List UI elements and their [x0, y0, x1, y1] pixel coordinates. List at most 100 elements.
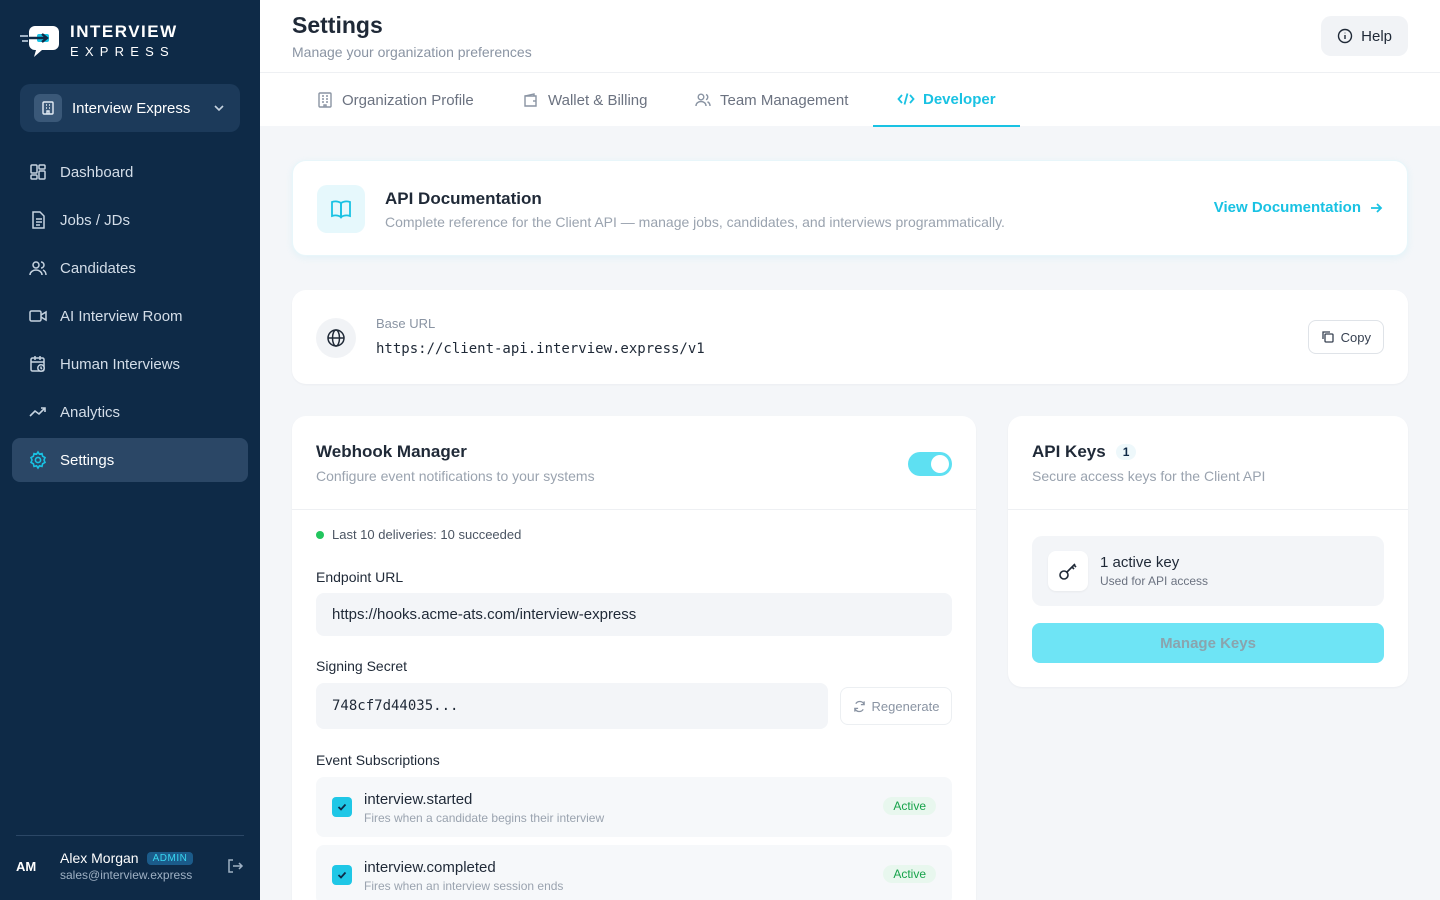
status-dot-icon — [316, 530, 324, 539]
sidebar-item-jobs[interactable]: Jobs / JDs — [12, 198, 248, 242]
delivery-status: Last 10 deliveries: 10 succeeded — [316, 527, 521, 542]
sidebar-item-label: Dashboard — [60, 163, 134, 181]
document-icon — [32, 211, 45, 229]
event-description: Fires when a candidate begins their inte… — [364, 811, 605, 825]
api-documentation-card: API Documentation Complete reference for… — [292, 160, 1408, 256]
code-icon — [897, 93, 915, 105]
users-icon — [695, 93, 711, 107]
manage-keys-button[interactable]: Manage Keys — [1032, 623, 1384, 663]
tab-wallet-billing[interactable]: Wallet & Billing — [498, 73, 671, 127]
event-name: interview.started — [364, 791, 473, 808]
webhook-title: Webhook Manager — [316, 442, 467, 461]
sidebar-item-label: Candidates — [60, 259, 136, 277]
sidebar-item-label: Jobs / JDs — [60, 211, 131, 229]
tab-label: Organization Profile — [342, 91, 474, 109]
check-icon — [337, 803, 347, 811]
event-item-interview-started[interactable]: interview.started Fires when a candidate… — [316, 777, 952, 837]
divider — [1008, 509, 1408, 510]
sidebar-nav: Dashboard Jobs / JDs Candidates AI Inter… — [12, 150, 248, 486]
signing-secret-value: 748cf7d44035... — [332, 698, 459, 714]
copy-label: Copy — [1340, 329, 1371, 345]
base-url-value: https://client-api.interview.express/v1 — [376, 341, 705, 357]
trend-icon — [29, 407, 46, 417]
help-label: Help — [1361, 27, 1392, 45]
avatar: AM — [16, 858, 37, 874]
event-checkbox[interactable] — [332, 797, 352, 817]
brand-tagline: EXPRESS — [70, 44, 175, 59]
user-profile: AM Alex Morgan ADMIN sales@interview.exp… — [16, 835, 244, 882]
tab-label: Wallet & Billing — [548, 91, 648, 109]
chevron-down-icon — [214, 105, 224, 112]
event-item-interview-completed[interactable]: interview.completed Fires when an interv… — [316, 845, 952, 900]
tab-team-management[interactable]: Team Management — [670, 73, 872, 127]
sidebar-item-human-interviews[interactable]: Human Interviews — [12, 342, 248, 386]
logout-icon[interactable] — [226, 857, 244, 875]
org-name: Interview Express — [72, 99, 191, 117]
active-key-subtitle: Used for API access — [1100, 574, 1209, 588]
arrow-right-icon — [1371, 202, 1383, 213]
brand[interactable]: INTERVIEW EXPRESS — [20, 22, 178, 59]
sidebar-item-candidates[interactable]: Candidates — [12, 246, 248, 290]
sidebar-item-analytics[interactable]: Analytics — [12, 390, 248, 434]
sidebar-item-settings[interactable]: Settings — [12, 438, 248, 482]
building-icon — [34, 94, 62, 122]
endpoint-url-input[interactable]: https://hooks.acme-ats.com/interview-exp… — [316, 593, 952, 636]
base-url-label: Base URL — [376, 316, 436, 331]
sidebar-item-ai-interview-room[interactable]: AI Interview Room — [12, 294, 248, 338]
settings-tabs: Organization Profile Wallet & Billing Te… — [260, 72, 1440, 127]
webhook-toggle[interactable] — [908, 452, 952, 476]
sidebar-item-label: AI Interview Room — [60, 307, 183, 325]
event-description: Fires when an interview session ends — [364, 879, 564, 893]
base-url-card: Base URL https://client-api.interview.ex… — [292, 290, 1408, 384]
api-keys-title: API Keys — [1032, 442, 1106, 461]
delivery-status-text: Last 10 deliveries: 10 succeeded — [332, 527, 522, 542]
page-subtitle: Manage your organization preferences — [292, 44, 532, 60]
status-badge: Active — [883, 865, 936, 883]
tab-label: Developer — [923, 90, 996, 108]
help-button[interactable]: Help — [1321, 16, 1408, 56]
key-icon — [1048, 551, 1088, 591]
divider — [292, 509, 976, 510]
org-switcher[interactable]: Interview Express — [20, 84, 240, 132]
api-docs-title: API Documentation — [385, 189, 542, 208]
signing-secret-field[interactable]: 748cf7d44035... — [316, 683, 828, 729]
tab-label: Team Management — [720, 91, 849, 109]
sidebar-item-label: Settings — [60, 451, 115, 469]
event-checkbox[interactable] — [332, 865, 352, 885]
status-badge: Active — [883, 797, 936, 815]
globe-icon — [316, 318, 356, 358]
users-icon — [29, 261, 47, 276]
info-icon — [1337, 28, 1353, 44]
event-name: interview.completed — [364, 859, 496, 876]
api-keys-card: API Keys 1 Secure access keys for the Cl… — [1008, 416, 1408, 687]
api-keys-subtitle: Secure access keys for the Client API — [1032, 468, 1266, 484]
view-documentation-link[interactable]: View Documentation — [1214, 199, 1383, 216]
wallet-icon — [524, 93, 537, 107]
tab-developer[interactable]: Developer — [873, 73, 1020, 127]
role-badge: ADMIN — [146, 851, 194, 865]
gear-icon — [29, 450, 47, 470]
view-documentation-label: View Documentation — [1213, 199, 1361, 216]
page-title: Settings — [292, 12, 383, 38]
calendar-clock-icon — [30, 356, 45, 372]
tab-organization-profile[interactable]: Organization Profile — [292, 73, 498, 127]
user-name: Alex Morgan — [60, 850, 139, 866]
building-icon — [318, 92, 332, 108]
grid-icon — [30, 164, 46, 180]
regenerate-button[interactable]: Regenerate — [840, 687, 952, 725]
book-icon — [317, 185, 365, 233]
copy-icon — [1321, 331, 1334, 343]
manage-keys-label: Manage Keys — [1160, 634, 1256, 652]
toggle-knob — [931, 455, 949, 473]
endpoint-url-value: https://hooks.acme-ats.com/interview-exp… — [332, 606, 637, 623]
sidebar: INTERVIEW EXPRESS Interview Express Dash… — [0, 0, 260, 900]
event-subscriptions-label: Event Subscriptions — [316, 752, 440, 768]
sidebar-item-dashboard[interactable]: Dashboard — [12, 150, 248, 194]
copy-button[interactable]: Copy — [1307, 320, 1384, 354]
sidebar-item-label: Human Interviews — [60, 355, 181, 373]
video-icon — [29, 310, 47, 322]
refresh-icon — [853, 700, 865, 712]
webhook-manager-card: Webhook Manager Configure event notifica… — [292, 416, 976, 900]
signing-secret-label: Signing Secret — [316, 658, 408, 674]
brand-name: INTERVIEW — [70, 22, 178, 41]
